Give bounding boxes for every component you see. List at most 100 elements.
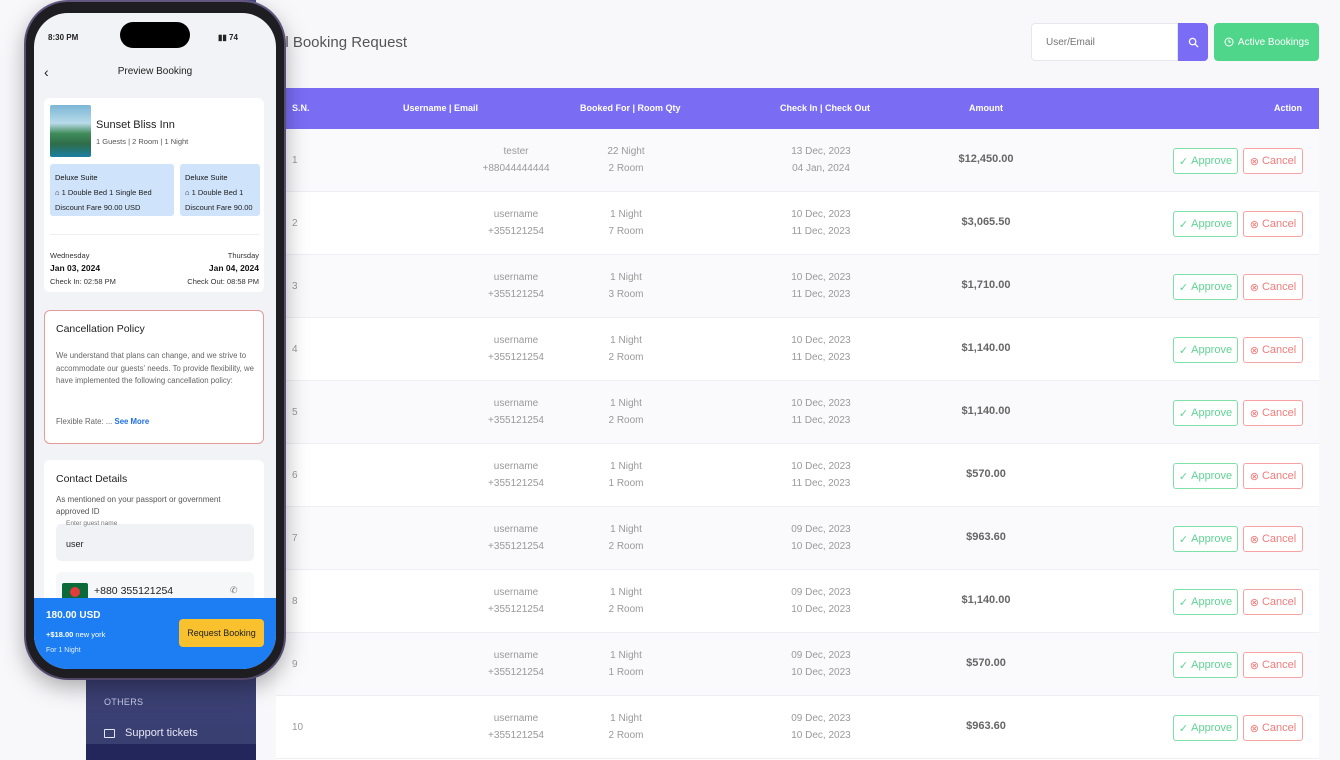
row-nights: 1 Night <box>610 272 642 283</box>
cancel-button[interactable]: ⊗ Cancel <box>1243 526 1303 552</box>
row-nights: 1 Night <box>610 335 642 346</box>
guest-name-field[interactable] <box>56 524 254 561</box>
policy-title: Cancellation Policy <box>56 323 145 335</box>
sidebar-item-support-tickets[interactable]: Support tickets <box>104 727 198 739</box>
row-amount: $963.60 <box>966 531 1006 543</box>
row-rooms: 2 Room <box>608 541 644 552</box>
cancel-label: Cancel <box>1261 407 1297 419</box>
checkin-day: Wednesday <box>50 251 90 260</box>
price-extra: +$18.00 new york <box>46 630 105 639</box>
cancel-icon: ⊗ <box>1249 344 1259 357</box>
cancel-button[interactable]: ⊗ Cancel <box>1243 148 1303 174</box>
hotel-guests-rooms: 1 Guests | 2 Room | 1 Night <box>96 137 189 146</box>
check-icon: ✓ <box>1178 596 1189 609</box>
row-dates: 09 Dec, 2023 10 Dec, 2023 <box>771 710 871 744</box>
back-icon[interactable]: ‹ <box>44 64 49 80</box>
price-save: +$18.00 <box>46 630 74 639</box>
cancel-icon: ⊗ <box>1249 533 1259 546</box>
row-sn: 9 <box>292 659 298 670</box>
row-checkin: 10 Dec, 2023 <box>791 335 851 346</box>
checkin-date: Jan 03, 2024 <box>50 263 101 273</box>
cancel-button[interactable]: ⊗ Cancel <box>1243 463 1303 489</box>
row-booked: 1 Night 3 Room <box>576 269 676 303</box>
approve-button[interactable]: ✓ Approve <box>1173 400 1238 426</box>
cancel-label: Cancel <box>1261 218 1297 230</box>
signal-icon: ▮▮ <box>218 33 227 42</box>
row-checkin: 09 Dec, 2023 <box>791 650 851 661</box>
row-amount: $570.00 <box>966 468 1006 480</box>
row-checkin: 09 Dec, 2023 <box>791 587 851 598</box>
bed-icon: ⌂ <box>185 188 192 197</box>
search-button[interactable] <box>1178 23 1208 61</box>
battery-icon: 74 <box>229 33 238 42</box>
approve-label: Approve <box>1191 533 1233 545</box>
checkin-info: Wednesday Jan 03, 2024 Check In: 02:58 P… <box>50 249 116 288</box>
table-row: 5 username +355121254 1 Night 2 Room 10 Dec, … <box>276 381 1319 444</box>
cancel-button[interactable]: ⊗ Cancel <box>1243 211 1303 237</box>
row-rooms: 2 Room <box>608 352 644 363</box>
cancel-label: Cancel <box>1261 722 1297 734</box>
row-checkout: 10 Dec, 2023 <box>791 604 851 615</box>
approve-button[interactable]: ✓ Approve <box>1173 652 1238 678</box>
approve-button[interactable]: ✓ Approve <box>1173 148 1238 174</box>
row-sn: 10 <box>292 722 304 733</box>
cancel-icon: ⊗ <box>1249 281 1259 294</box>
approve-button[interactable]: ✓ Approve <box>1173 337 1238 363</box>
row-dates: 10 Dec, 2023 11 Dec, 2023 <box>771 458 871 492</box>
table-row: 4 username +355121254 1 Night 2 Room 10 Dec, … <box>276 318 1319 381</box>
approve-button[interactable]: ✓ Approve <box>1173 715 1238 741</box>
column-header-booked: Booked For | Room Qty <box>580 103 681 113</box>
approve-label: Approve <box>1191 407 1233 419</box>
row-sn: 8 <box>292 596 298 607</box>
row-sn: 2 <box>292 218 298 229</box>
room-card[interactable]: Deluxe Suite ⌂ 1 Double Bed 1 Single Bed… <box>50 164 174 216</box>
row-nights: 1 Night <box>610 524 642 535</box>
table-row: 2 username +355121254 1 Night 7 Room 10 Dec, … <box>276 192 1319 255</box>
row-dates: 09 Dec, 2023 10 Dec, 2023 <box>771 647 871 681</box>
cancel-button[interactable]: ⊗ Cancel <box>1243 274 1303 300</box>
check-icon: ✓ <box>1178 407 1189 420</box>
cancel-button[interactable]: ⊗ Cancel <box>1243 715 1303 741</box>
search-input[interactable] <box>1031 23 1178 61</box>
row-dates: 09 Dec, 2023 10 Dec, 2023 <box>771 584 871 618</box>
approve-button[interactable]: ✓ Approve <box>1173 463 1238 489</box>
row-checkin: 10 Dec, 2023 <box>791 461 851 472</box>
approve-label: Approve <box>1191 281 1233 293</box>
table-row: 7 username +355121254 1 Night 2 Room 09 Dec, … <box>276 507 1319 570</box>
cancel-icon: ⊗ <box>1249 218 1259 231</box>
room-beds: 1 Double Bed 1 <box>191 188 244 197</box>
cancel-button[interactable]: ⊗ Cancel <box>1243 400 1303 426</box>
approve-button[interactable]: ✓ Approve <box>1173 211 1238 237</box>
row-amount: $12,450.00 <box>958 153 1014 165</box>
table-row: 8 username +355121254 1 Night 2 Room 09 Dec, … <box>276 570 1319 633</box>
checkin-time: Check In: 02:58 PM <box>50 277 116 286</box>
row-amount: $963.60 <box>966 720 1006 732</box>
row-checkin: 13 Dec, 2023 <box>791 146 851 157</box>
cancel-button[interactable]: ⊗ Cancel <box>1243 337 1303 363</box>
approve-button[interactable]: ✓ Approve <box>1173 526 1238 552</box>
hotel-name: Sunset Bliss Inn <box>96 119 175 131</box>
total-price: 180.00 USD <box>46 610 101 621</box>
row-checkout: 10 Dec, 2023 <box>791 541 851 552</box>
active-bookings-button[interactable]: Active Bookings <box>1214 23 1319 61</box>
check-icon: ✓ <box>1178 344 1189 357</box>
approve-button[interactable]: ✓ Approve <box>1173 274 1238 300</box>
room-card[interactable]: Deluxe Suite ⌂ 1 Double Bed 1 Discount F… <box>180 164 260 216</box>
page-title: ll Booking Request <box>282 34 408 51</box>
price-save-suffix: new york <box>73 630 106 639</box>
row-sn: 4 <box>292 344 298 355</box>
check-icon: ✓ <box>1178 722 1189 735</box>
row-dates: 10 Dec, 2023 11 Dec, 2023 <box>771 395 871 429</box>
cancel-button[interactable]: ⊗ Cancel <box>1243 589 1303 615</box>
status-icons: ▮▮ 74 <box>218 33 238 42</box>
cancel-button[interactable]: ⊗ Cancel <box>1243 652 1303 678</box>
cancel-icon: ⊗ <box>1249 155 1259 168</box>
row-booked: 1 Night 1 Room <box>576 647 676 681</box>
request-booking-button[interactable]: Request Booking <box>179 619 264 647</box>
contact-title: Contact Details <box>56 473 128 485</box>
sidebar-item-label: Support tickets <box>125 727 198 739</box>
row-checkout: 11 Dec, 2023 <box>791 352 851 363</box>
row-checkin: 10 Dec, 2023 <box>791 209 851 220</box>
approve-button[interactable]: ✓ Approve <box>1173 589 1238 615</box>
see-more-link[interactable]: See More <box>115 417 150 426</box>
